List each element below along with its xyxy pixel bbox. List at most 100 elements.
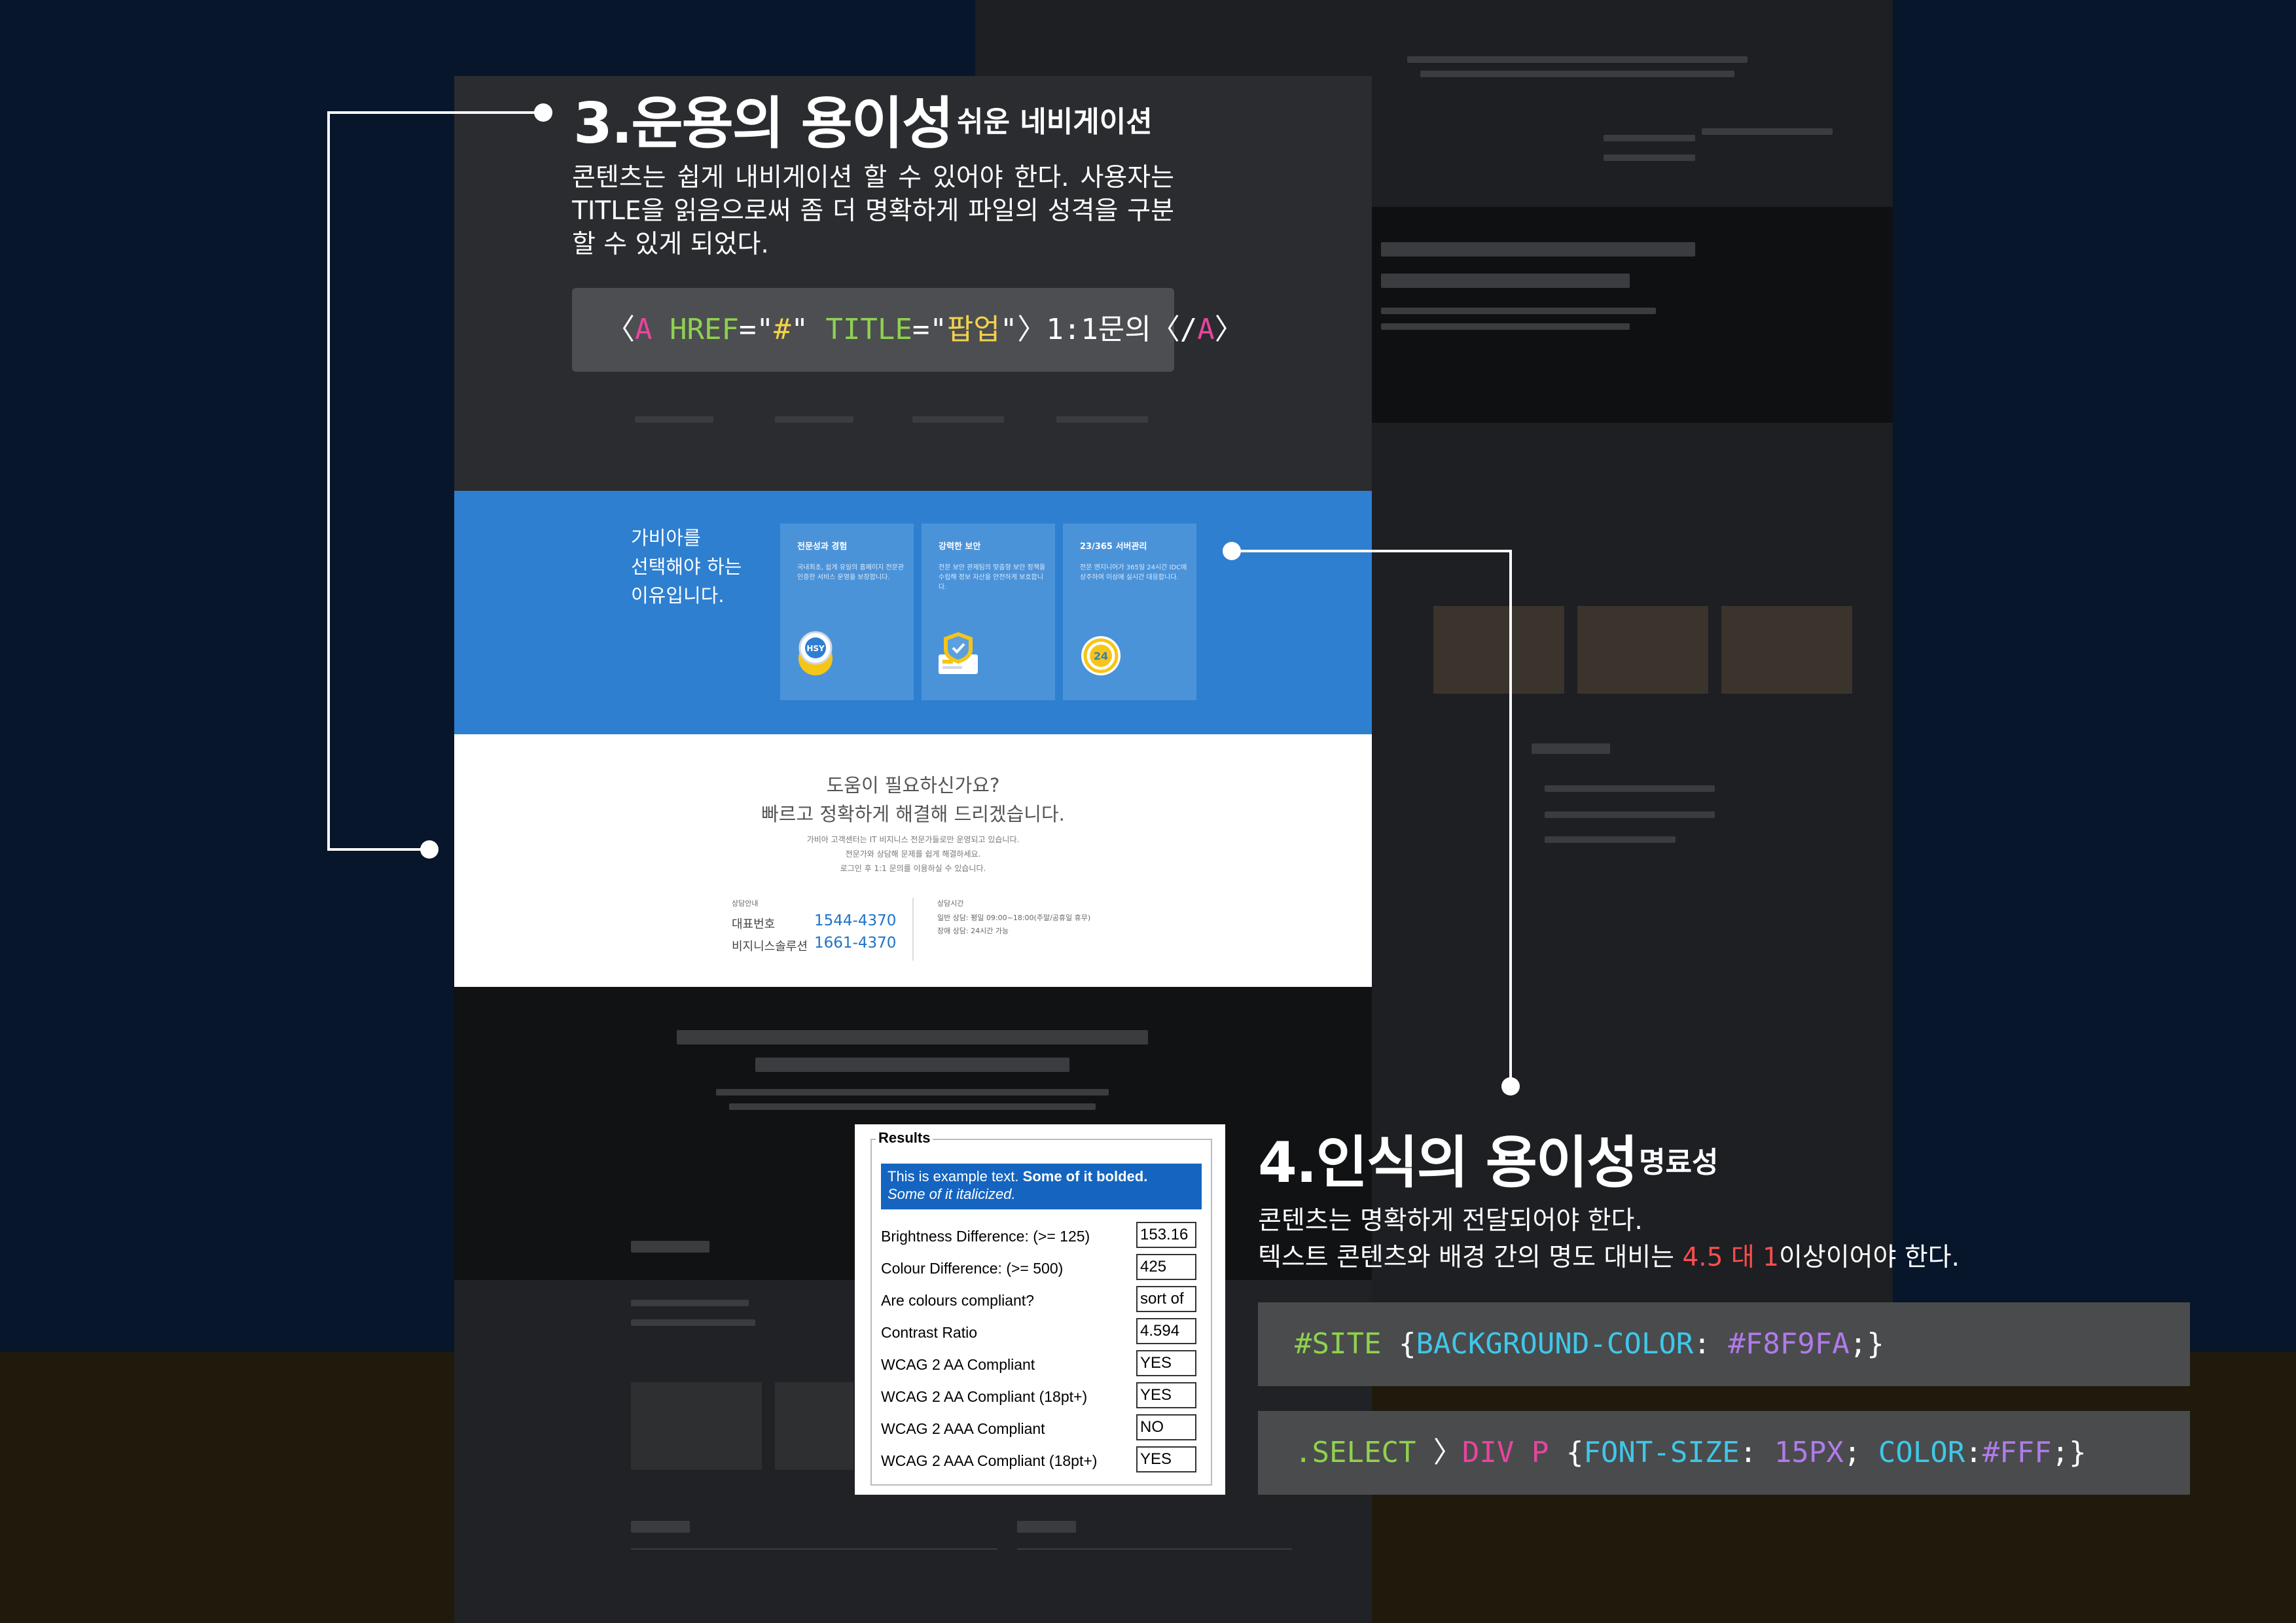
result-row: WCAG 2 AAA Compliant (18pt+) YES xyxy=(881,1444,1208,1476)
annotation4-code-block: .SELECT 〉DIV P {FONT-SIZE: 15PX; COLOR:#… xyxy=(1258,1411,2190,1495)
why-card-desc: 전문 보안 관제팀의 맞춤형 보안 정책을 수립해 정보 자산을 안전하게 보호… xyxy=(939,564,1046,591)
annotation3-heading: 3.운용의 용이성 xyxy=(573,91,954,156)
consult-label: 상담안내 xyxy=(732,899,759,908)
backdrop-text-line xyxy=(1381,274,1630,288)
site-text-line xyxy=(631,1319,755,1326)
result-value-field[interactable]: 425 xyxy=(1136,1254,1196,1280)
code-token: # xyxy=(773,313,791,346)
hsy-badge-icon: HSY xyxy=(798,631,833,675)
result-label: WCAG 2 AAA Compliant (18pt+) xyxy=(881,1452,1098,1469)
annotation4-code-block: #SITE {BACKGROUND-COLOR: #F8F9FA;} xyxy=(1258,1302,2190,1386)
code-token: : xyxy=(1693,1327,1729,1361)
backdrop-text-line xyxy=(1381,323,1630,330)
result-row: WCAG 2 AA Compliant YES xyxy=(881,1348,1208,1380)
result-value-field[interactable]: YES xyxy=(1136,1446,1196,1472)
hours-line: 일반 상담: 평일 09:00~18:00(주말/공휴일 휴무) xyxy=(937,914,1091,922)
backdrop-text-line xyxy=(1407,56,1748,63)
why-card-title: 전문성과 경험 xyxy=(797,542,848,552)
code-token: ; xyxy=(1843,1436,1878,1469)
biz-number[interactable]: 1661-4370 xyxy=(814,935,896,952)
hours-line: 장애 상담: 24시간 가능 xyxy=(937,927,1009,935)
site-text-line xyxy=(1017,1521,1076,1533)
connector-line xyxy=(327,111,543,114)
why-card-desc: 국내최초, 쉽게 유일의 홈페이지 전문관 인증한 서비스 운영을 보장합니다. xyxy=(797,564,905,581)
result-label: WCAG 2 AA Compliant (18pt+) xyxy=(881,1388,1088,1405)
result-row: Colour Difference: (>= 500) 425 xyxy=(881,1252,1208,1284)
code-token: 〉 xyxy=(1433,1436,1462,1469)
result-row: Brightness Difference: (>= 125) 153.16 xyxy=(881,1220,1208,1252)
annotation3-body: 콘텐츠는 쉽게 내비게이션 할 수 있어야 한다. 사용자는 TITLE을 읽음… xyxy=(572,163,1174,259)
result-label: WCAG 2 AAA Compliant xyxy=(881,1420,1045,1437)
site-thumbnail xyxy=(631,1382,762,1470)
code-token: { xyxy=(1566,1436,1584,1469)
backdrop-text-line xyxy=(1545,785,1715,792)
help-divider xyxy=(912,898,914,961)
why-section: 가비아를 선택해야 하는 이유입니다. 전문성과 경험 국내최초, 쉽게 유일의… xyxy=(454,491,1372,734)
result-value-field[interactable]: YES xyxy=(1136,1382,1196,1408)
code-token: A xyxy=(1197,313,1215,346)
site-text-line xyxy=(755,1058,1069,1072)
code-token: : xyxy=(1739,1436,1774,1469)
site-text-line xyxy=(635,416,713,423)
code-token: HREF xyxy=(652,313,739,346)
code-token: 15PX xyxy=(1774,1436,1844,1469)
result-value-field[interactable]: sort of xyxy=(1136,1286,1196,1312)
result-value-field[interactable]: NO xyxy=(1136,1414,1196,1440)
site-text-line xyxy=(631,1521,690,1533)
backdrop-text-line xyxy=(1604,135,1695,141)
code-token: BACKGROUND-COLOR xyxy=(1416,1327,1694,1361)
sample-text: This is example text. xyxy=(888,1168,1023,1185)
backdrop-text-line xyxy=(1702,128,1833,135)
code-token: FONT-SIZE xyxy=(1583,1436,1740,1469)
site-divider xyxy=(631,1548,997,1550)
code-token: =" xyxy=(912,313,947,346)
code-token: { xyxy=(1398,1327,1416,1361)
site-text-line xyxy=(729,1103,1096,1110)
backdrop-thumbnail xyxy=(1577,606,1708,694)
site-text-line xyxy=(775,416,853,423)
code-token: 팝업 xyxy=(946,313,1000,346)
code-token: DIV P xyxy=(1462,1436,1566,1469)
code-token: #F8F9FA xyxy=(1728,1327,1850,1361)
code-token: : xyxy=(1965,1436,1982,1469)
backdrop-thumbnail xyxy=(1721,606,1852,694)
why-intro: 가비아를 선택해야 하는 이유입니다. xyxy=(631,524,762,610)
result-value-field[interactable]: 4.594 xyxy=(1136,1318,1196,1344)
biz-number-label: 비지니스솔루션 xyxy=(732,940,808,954)
why-card-security: 강력한 보안 전문 보안 관제팀의 맞춤형 보안 정책을 수립해 정보 자산을 … xyxy=(922,524,1055,700)
site-text-line xyxy=(631,1300,749,1306)
why-card-title: 강력한 보안 xyxy=(939,542,981,552)
result-label: WCAG 2 AA Compliant xyxy=(881,1356,1035,1373)
code-token: =" xyxy=(738,313,774,346)
connector-line xyxy=(327,848,429,851)
annotation4-body-line1: 콘텐츠는 명확하게 전달되어야 한다. xyxy=(1258,1206,1643,1236)
backdrop-text-line xyxy=(1545,836,1676,843)
result-value-field[interactable]: YES xyxy=(1136,1350,1196,1376)
why-intro-line: 이유입니다. xyxy=(631,584,725,607)
site-text-line xyxy=(716,1089,1109,1096)
code-token: #SITE xyxy=(1295,1327,1399,1361)
why-intro-line: 선택해야 하는 xyxy=(631,556,742,578)
result-value-field[interactable]: 153.16 xyxy=(1136,1222,1196,1248)
code-token: "〉1:1문의〈/ xyxy=(999,313,1198,346)
site-text-line xyxy=(912,416,1004,423)
result-row: WCAG 2 AAA Compliant NO xyxy=(881,1412,1208,1444)
body-text: 텍스트 콘텐츠와 배경 간의 명도 대비는 xyxy=(1258,1243,1683,1272)
24-hour-icon: 24 xyxy=(1081,636,1121,675)
help-desc-line: 가비아 고객센터는 IT 비지니스 전문가들로만 운영되고 있습니다. xyxy=(806,835,1020,844)
rep-number[interactable]: 1544-4370 xyxy=(814,912,896,929)
results-legend: Results xyxy=(876,1130,933,1147)
sample-text-box: This is example text. Some of it bolded.… xyxy=(881,1164,1202,1209)
connector-dot xyxy=(420,840,439,859)
rep-number-label: 대표번호 xyxy=(732,918,776,931)
backdrop-thumbnail xyxy=(1433,606,1564,694)
annotation3-subheading: 쉬운 네비게이션 xyxy=(957,105,1153,139)
connector-line xyxy=(1232,550,1512,552)
result-label: Colour Difference: (>= 500) xyxy=(881,1260,1064,1277)
code-token: ;} xyxy=(2051,1436,2087,1469)
contrast-ratio-highlight: 4.5 대 1 xyxy=(1682,1243,1779,1272)
help-description: 가비아 고객센터는 IT 비지니스 전문가들로만 운영되고 있습니다. 전문가와… xyxy=(454,832,1372,876)
shield-icon xyxy=(939,632,978,674)
help-title-line: 빠르고 정확하게 해결해 드리겠습니다. xyxy=(761,803,1065,825)
body-text: 이상이어야 한다. xyxy=(1778,1243,1960,1272)
